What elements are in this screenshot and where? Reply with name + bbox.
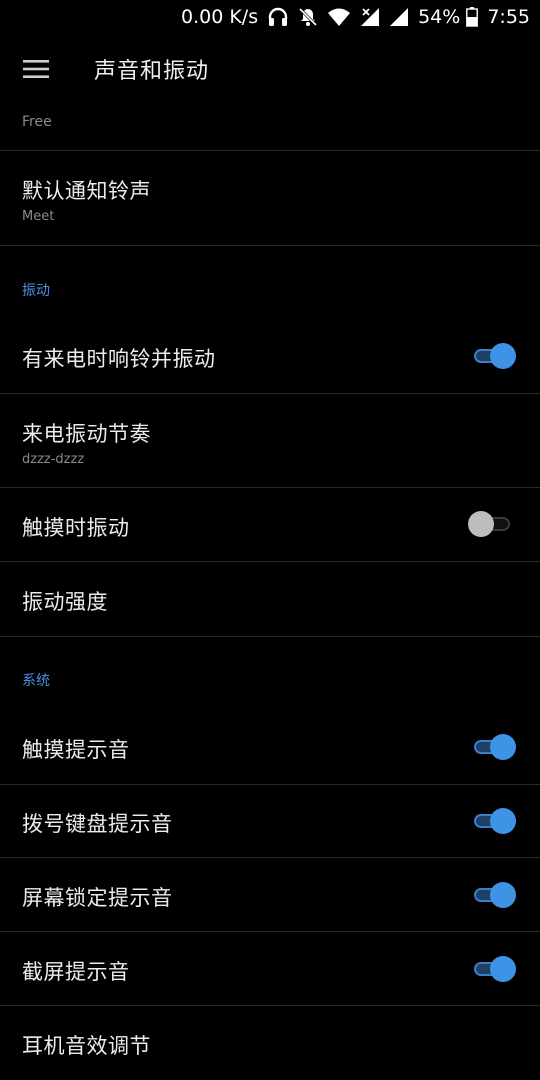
signal-no-data-icon (360, 7, 380, 27)
network-speed: 0.00 K/s (180, 6, 259, 28)
vibration-pattern-item[interactable]: 来电振动节奏 dzzz-dzzz (0, 418, 540, 467)
page-title: 声音和振动 (94, 59, 210, 84)
item-title: 振动强度 (22, 590, 108, 614)
touch-sounds-toggle[interactable] (472, 734, 516, 760)
item-title: 触摸时振动 (22, 516, 130, 540)
item-title: 拨号键盘提示音 (22, 812, 173, 836)
hamburger-menu-icon[interactable] (0, 34, 72, 104)
item-subtitle: Meet (22, 209, 55, 224)
screenshot-sound-item[interactable]: 截屏提示音 (0, 956, 540, 986)
vibrate-on-touch-item[interactable]: 触摸时振动 (0, 512, 540, 542)
battery-icon (466, 7, 479, 27)
divider (0, 150, 540, 151)
section-header-vibration: 振动 (22, 283, 50, 299)
battery-percent: 54% (418, 6, 461, 28)
toggle-thumb (468, 511, 494, 537)
headphones-icon (267, 7, 289, 27)
signal-icon (389, 7, 409, 27)
list-item-partial[interactable]: Free (0, 110, 540, 130)
toggle-thumb (490, 343, 516, 369)
app-bar: 声音和振动 (0, 34, 540, 104)
toggle-thumb (490, 956, 516, 982)
item-title: 来电振动节奏 (22, 422, 151, 446)
item-title: 默认通知铃声 (22, 179, 151, 203)
divider (0, 393, 540, 394)
vibrate-on-touch-toggle[interactable] (468, 511, 514, 537)
screen-lock-sounds-item[interactable]: 屏幕锁定提示音 (0, 882, 540, 912)
clock: 7:55 (487, 6, 530, 28)
toggle-thumb (490, 808, 516, 834)
item-title: 有来电时响铃并振动 (22, 347, 216, 371)
item-title: 耳机音效调节 (22, 1034, 151, 1058)
screenshot-sound-toggle[interactable] (472, 956, 516, 982)
item-subtitle: dzzz-dzzz (22, 452, 85, 467)
dialpad-tones-toggle[interactable] (472, 808, 516, 834)
status-bar: 0.00 K/s 54% 7:55 (0, 0, 540, 34)
dialpad-tones-item[interactable]: 拨号键盘提示音 (0, 808, 540, 838)
toggle-thumb (490, 882, 516, 908)
ring-and-vibrate-toggle[interactable] (472, 343, 516, 369)
vibration-intensity-item[interactable]: 振动强度 (0, 586, 540, 616)
default-notification-ringtone[interactable]: 默认通知铃声 Meet (0, 175, 540, 224)
settings-screen: 0.00 K/s 54% 7:55 声音和振动 Free 默认通知铃声 Meet… (0, 0, 540, 1080)
divider (0, 857, 540, 858)
divider (0, 245, 540, 246)
item-title: 截屏提示音 (22, 960, 130, 984)
item-title: 触摸提示音 (22, 738, 130, 762)
partial-item-subtitle: Free (22, 114, 52, 130)
earphone-audio-item[interactable]: 耳机音效调节 (0, 1030, 540, 1060)
screen-lock-sounds-toggle[interactable] (472, 882, 516, 908)
item-title: 屏幕锁定提示音 (22, 886, 173, 910)
toggle-thumb (490, 734, 516, 760)
divider (0, 487, 540, 488)
wifi-icon (327, 7, 351, 27)
divider (0, 561, 540, 562)
notifications-off-icon (298, 7, 318, 27)
divider (0, 931, 540, 932)
divider (0, 784, 540, 785)
ring-and-vibrate-item[interactable]: 有来电时响铃并振动 (0, 343, 540, 373)
divider (0, 1005, 540, 1006)
divider (0, 636, 540, 637)
touch-sounds-item[interactable]: 触摸提示音 (0, 734, 540, 764)
section-header-system: 系统 (22, 673, 50, 689)
